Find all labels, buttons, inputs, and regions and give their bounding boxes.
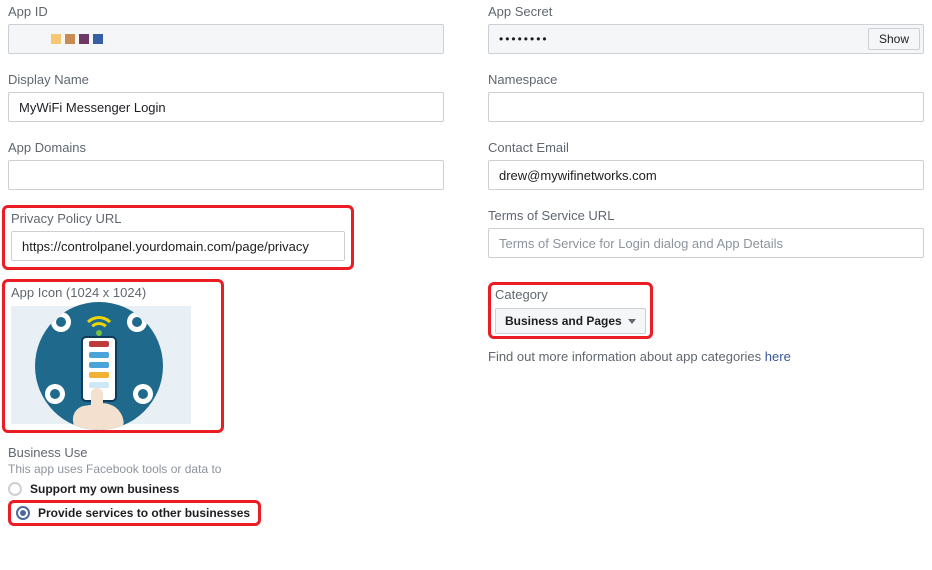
app-domains-input[interactable] — [8, 160, 444, 190]
app-icon-preview[interactable] — [11, 306, 191, 424]
namespace-label: Namespace — [488, 72, 924, 87]
contact-email-label: Contact Email — [488, 140, 924, 155]
highlight-app-icon: App Icon (1024 x 1024) — [2, 279, 224, 433]
app-secret-masked: •••••••• — [499, 32, 549, 46]
radio-unselected-icon — [8, 482, 22, 496]
display-name-input[interactable] — [8, 92, 444, 122]
radio-selected-icon — [16, 506, 30, 520]
app-id-value — [8, 24, 444, 54]
contact-email-input[interactable] — [488, 160, 924, 190]
business-use-subtext: This app uses Facebook tools or data to — [8, 462, 924, 476]
highlight-privacy-url: Privacy Policy URL — [2, 205, 354, 270]
app-domains-label: App Domains — [8, 140, 444, 155]
app-secret-label: App Secret — [488, 4, 924, 19]
business-use-option-own[interactable]: Support my own business — [8, 482, 924, 496]
tos-url-input[interactable] — [488, 228, 924, 258]
business-use-option-services[interactable]: Provide services to other businesses — [38, 506, 250, 520]
tos-url-label: Terms of Service URL — [488, 208, 924, 223]
display-name-label: Display Name — [8, 72, 444, 87]
highlight-category: Category Business and Pages — [488, 282, 653, 339]
category-label: Category — [495, 287, 646, 302]
show-secret-button[interactable]: Show — [868, 28, 920, 50]
app-icon-label: App Icon (1024 x 1024) — [11, 285, 215, 300]
category-selected: Business and Pages — [505, 314, 622, 328]
highlight-business-use-option: Provide services to other businesses — [8, 500, 261, 526]
namespace-input[interactable] — [488, 92, 924, 122]
category-dropdown[interactable]: Business and Pages — [495, 308, 646, 334]
privacy-url-input[interactable] — [11, 231, 345, 261]
app-secret-field: •••••••• Show — [488, 24, 924, 54]
chevron-down-icon — [628, 319, 636, 324]
category-hint: Find out more information about app cate… — [488, 349, 924, 364]
privacy-url-label: Privacy Policy URL — [11, 211, 345, 226]
category-help-link[interactable]: here — [765, 349, 791, 364]
business-use-label: Business Use — [8, 445, 924, 460]
app-id-label: App ID — [8, 4, 444, 19]
